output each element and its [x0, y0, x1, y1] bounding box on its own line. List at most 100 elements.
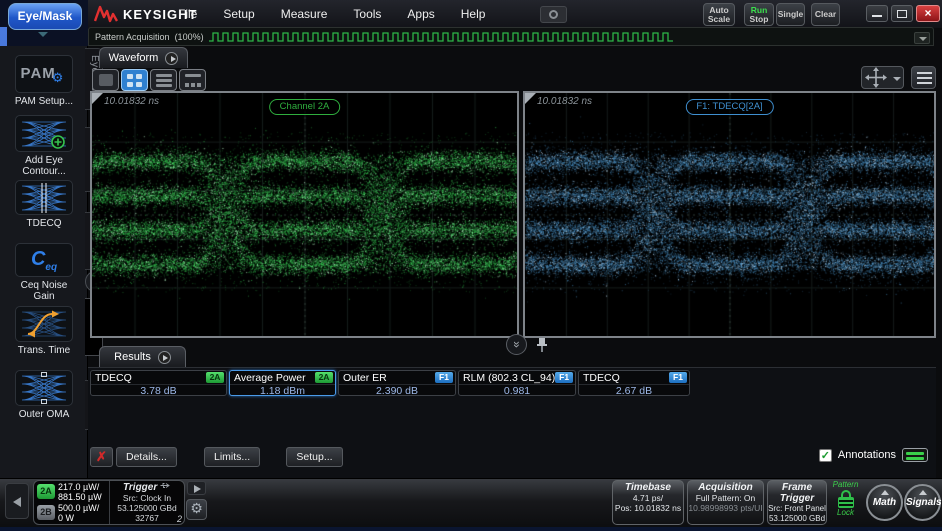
- measurement-value: 3.78 dB: [91, 384, 226, 396]
- chevron-down-icon: [38, 32, 48, 37]
- limits-button[interactable]: Limits...: [204, 447, 260, 467]
- pattern-lock-bottom-label: Lock: [829, 508, 862, 517]
- scroll-channels-right-button[interactable]: [187, 481, 206, 495]
- eye-diagram-canvas: [525, 93, 934, 336]
- measurement-card-outer-er[interactable]: Outer ERF12.390 dB: [338, 370, 456, 396]
- measurement-card-tdecq[interactable]: TDECQ2A3.78 dB: [90, 370, 227, 396]
- waveform-menu-button[interactable]: [911, 66, 936, 89]
- flexdca-application-window: Eye/Mask KEYSIGHT FileSetupMeasureToolsA…: [0, 0, 942, 531]
- channel-trigger-group: 2A217.0 µW/881.50 µW2B500.0 µW/0 W Trigg…: [33, 480, 185, 525]
- pattern-lock-indicator[interactable]: Pattern Lock: [829, 480, 862, 525]
- measurement-card-tdecq[interactable]: TDECQF12.67 dB: [578, 370, 690, 396]
- pan-zoom-button[interactable]: [861, 66, 891, 89]
- waveform-tab-menu-icon[interactable]: [165, 52, 178, 65]
- measurement-card-rlm-802-3-cl-94-[interactable]: RLM (802.3 CL_94)F10.981: [458, 370, 576, 396]
- tab-waveform[interactable]: Waveform: [99, 47, 188, 68]
- legend-icon: [906, 457, 924, 460]
- trigger-module-badge: 2: [177, 514, 182, 524]
- channel-badge-2a[interactable]: 2A: [37, 484, 55, 499]
- auto-scale-button[interactable]: AutoScale: [703, 3, 735, 26]
- details-button[interactable]: Details...: [116, 447, 177, 467]
- menu-tools[interactable]: Tools: [340, 0, 394, 28]
- menu-file[interactable]: File: [165, 0, 210, 28]
- sidebar-tool-pam-setup-[interactable]: PAM⚙PAM Setup...: [0, 55, 88, 107]
- close-button[interactable]: ×: [916, 5, 940, 22]
- clock-pattern-waveform: [208, 28, 900, 45]
- sidebar-tool-trans-time[interactable]: Trans. Time: [0, 306, 88, 356]
- results-tab-menu-icon[interactable]: [158, 351, 171, 364]
- eye-diagram-panel-f1-tdecq[interactable]: 10.01832 ns F1: TDECQ[2A]: [523, 91, 936, 338]
- pattern-bar-dropdown-button[interactable]: [914, 32, 930, 44]
- scroll-channels-left-button[interactable]: [5, 483, 29, 519]
- annotations-checkbox[interactable]: ✓: [819, 449, 832, 462]
- trigger-status-panel[interactable]: Trigger Src: Clock In53.125000 GBd32767 …: [109, 481, 184, 524]
- layout-single-icon: [99, 74, 113, 86]
- minimize-button[interactable]: [866, 5, 888, 22]
- math-button[interactable]: Math: [866, 484, 903, 521]
- sidebar-tool-outer-oma[interactable]: Outer OMA: [0, 370, 88, 420]
- pin-icon[interactable]: [536, 337, 548, 358]
- status-panel-line: 4.71 ps/: [613, 493, 683, 503]
- status-panel-title: Acquisition: [688, 482, 763, 493]
- source-badge: F1: [669, 372, 687, 383]
- maximize-button[interactable]: [891, 5, 913, 22]
- eye-tdecq-icon: [15, 180, 73, 215]
- channel-list: 2A217.0 µW/881.50 µW2B500.0 µW/0 W: [34, 481, 109, 524]
- padlock-icon: [838, 497, 854, 508]
- results-collapse-button[interactable]: »: [506, 334, 527, 355]
- layout-grid-button[interactable]: [121, 69, 148, 91]
- layout-thumbnails-button[interactable]: [179, 69, 206, 91]
- run-stop-button[interactable]: RunStop: [744, 3, 774, 26]
- tab-results[interactable]: Results: [99, 346, 186, 367]
- signals-button[interactable]: Signals: [904, 484, 941, 521]
- keysight-spark-icon: [94, 4, 118, 24]
- measurement-card-average-power[interactable]: Average Power2A1.18 dBm: [229, 370, 336, 396]
- status-panel-line: Pos: 10.01832 ns: [613, 503, 683, 513]
- trigger-detail-line: Src: Clock In: [110, 493, 184, 503]
- sidebar-tool-tdecq[interactable]: TDECQ: [0, 180, 88, 229]
- mode-selector-button[interactable]: Eye/Mask: [8, 3, 82, 30]
- menu-apps[interactable]: Apps: [394, 0, 447, 28]
- layout-rows-button[interactable]: [150, 69, 177, 91]
- setup-button[interactable]: Setup...: [286, 447, 342, 467]
- menu-icon: [917, 77, 932, 79]
- layout-thumbnails-icon: [197, 83, 201, 87]
- pattern-acquisition-label: Pattern Acquisition (100%): [89, 32, 208, 42]
- status-panel-timebase[interactable]: Timebase4.71 ps/Pos: 10.01832 ns: [612, 480, 684, 525]
- eye-diagram-panel-channel-2a[interactable]: 10.01832 ns Channel 2A: [90, 91, 519, 338]
- status-panel-frame-trigger[interactable]: Frame TriggerSrc: Front Panel53.125000 G…: [767, 480, 827, 525]
- source-badge: F1: [555, 372, 573, 383]
- layout-thumbnails-icon: [185, 83, 189, 87]
- menu-measure[interactable]: Measure: [268, 0, 341, 28]
- timebase-position-label: 10.01832 ns: [104, 96, 159, 107]
- status-panel-acquisition[interactable]: AcquisitionFull Pattern: On10.98998993 p…: [687, 480, 764, 525]
- settings-gear-button[interactable]: ⚙: [186, 499, 207, 520]
- menu-icon: [917, 82, 932, 84]
- delete-measurement-button[interactable]: ✗: [90, 447, 113, 467]
- clear-button[interactable]: Clear: [811, 3, 840, 26]
- layout-single-button[interactable]: [92, 69, 119, 91]
- channel-badge-2b[interactable]: 2B: [37, 505, 55, 520]
- camera-icon: [549, 10, 558, 19]
- layout-thumbnails-icon: [191, 83, 195, 87]
- layout-grid-icon: [136, 82, 142, 87]
- pattern-acquisition-bar: Pattern Acquisition (100%): [88, 27, 934, 46]
- pan-mode-dropdown-button[interactable]: [890, 66, 904, 89]
- trigger-detail-line: 32767: [110, 513, 184, 523]
- menu-setup[interactable]: Setup: [210, 0, 267, 28]
- status-panel-line: 53.125000 GBd: [768, 514, 826, 524]
- status-panel-line: Src: Front Panel: [768, 504, 826, 514]
- legend-icon: [906, 452, 924, 455]
- sidebar-tool-label: TDECQ: [0, 218, 88, 229]
- sidebar-tool-ceq-noise-gain[interactable]: CeqCeq Noise Gain: [0, 243, 88, 302]
- layout-grid-icon: [136, 74, 142, 79]
- screenshot-camera-button[interactable]: [540, 6, 567, 23]
- menu-help[interactable]: Help: [448, 0, 499, 28]
- trigger-details: Src: Clock In53.125000 GBd32767: [110, 493, 184, 523]
- minimize-icon: [872, 15, 882, 17]
- annotations-legend-button[interactable]: [902, 448, 928, 462]
- source-label-channel-2a[interactable]: Channel 2A: [269, 99, 341, 115]
- sidebar-tool-add-eye-contour-[interactable]: Add Eye Contour...: [0, 115, 88, 177]
- single-button[interactable]: Single: [776, 3, 805, 26]
- source-label-f1-tdecq[interactable]: F1: TDECQ[2A]: [685, 99, 773, 115]
